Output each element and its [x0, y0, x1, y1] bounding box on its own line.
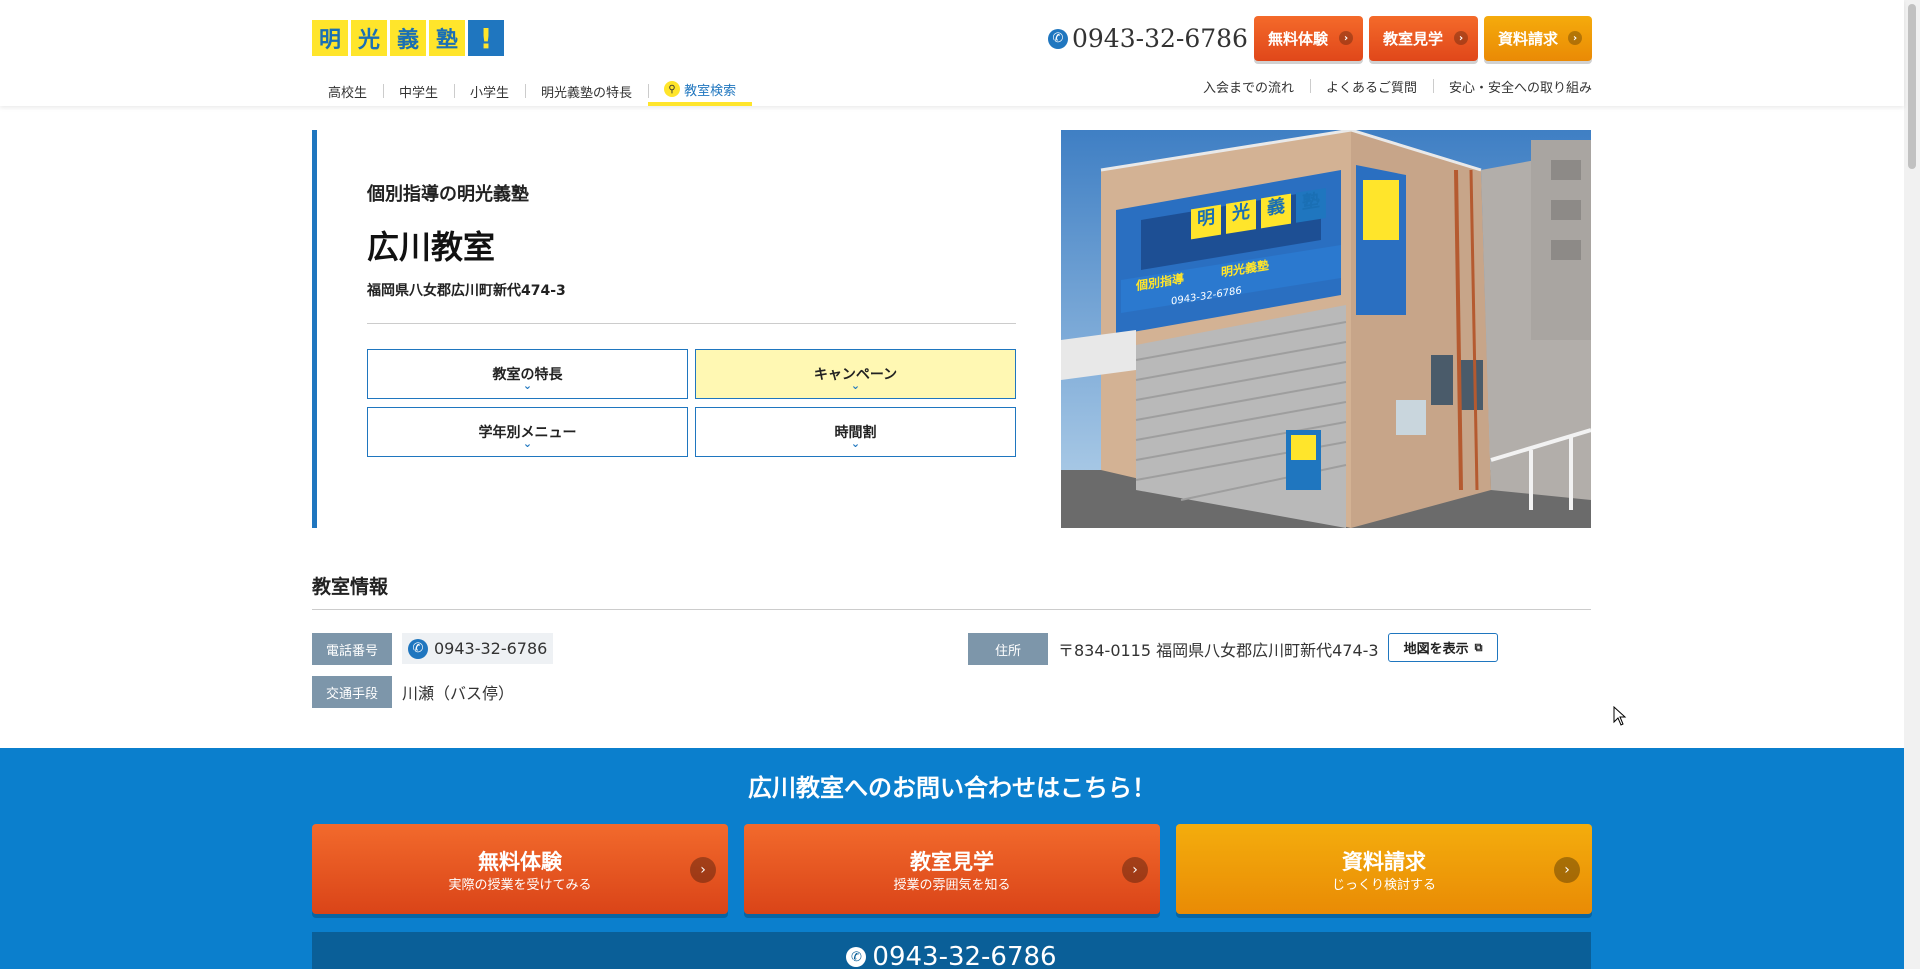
- phone-icon: ✆: [408, 638, 428, 659]
- chevron-right-icon: ›: [690, 857, 716, 883]
- phone-number-link[interactable]: ✆ 0943-32-6786: [402, 633, 554, 664]
- chevron-right-icon: ›: [1454, 31, 1468, 45]
- address-value: 〒834-0115 福岡県八女郡広川町新代474-3: [1058, 641, 1379, 660]
- cta-visit-button[interactable]: 教室見学 授業の雰囲気を知る ›: [744, 824, 1160, 914]
- sign-char: 明: [1197, 207, 1215, 231]
- header-visit-button[interactable]: 教室見学 ›: [1369, 16, 1478, 61]
- cta-button-label: 無料体験: [478, 850, 562, 874]
- hero-subtitle: 個別指導の明光義塾: [367, 184, 529, 205]
- campaign-button[interactable]: キャンペーン ⌄: [695, 349, 1016, 399]
- nav-item-high-school[interactable]: 高校生: [312, 76, 383, 106]
- external-link-icon: ⧉: [1474, 640, 1483, 654]
- sign-char: 塾: [1302, 189, 1320, 214]
- logo-char: !: [468, 20, 504, 56]
- sign-char: 光: [1231, 200, 1250, 225]
- map-button-label: 地図を表示: [1403, 642, 1469, 657]
- header-button-label: 教室見学: [1383, 30, 1444, 48]
- contact-cta-section: 広川教室へのお問い合わせはこちら！ 無料体験 実際の授業を受けてみる › 教室見…: [0, 748, 1904, 969]
- logo[interactable]: 明 光 義 塾 !: [312, 20, 504, 56]
- scrollbar-thumb[interactable]: [1908, 4, 1916, 169]
- cta-button-label: 教室見学: [910, 850, 994, 874]
- main-nav: 高校生 中学生 小学生 明光義塾の特長 ⚲ 教室検索: [312, 76, 753, 106]
- building-illustration: 明 光 義 塾 個別指導 明光義塾 0943-32-6786: [1061, 130, 1591, 528]
- nav-item-elementary[interactable]: 小学生: [454, 76, 525, 106]
- header-free-trial-button[interactable]: 無料体験 ›: [1254, 16, 1363, 61]
- hero-address: 福岡県八女郡広川町新代474-3: [367, 283, 566, 299]
- cta-brochure-button[interactable]: 資料請求 じっくり検討する ›: [1176, 824, 1592, 914]
- phone-icon: ✆: [846, 947, 867, 967]
- nav-item-faq[interactable]: よくあるご質問: [1309, 76, 1433, 96]
- phone-number: 0943-32-6786: [434, 639, 548, 658]
- phone-icon: ✆: [1048, 28, 1068, 49]
- divider: [312, 609, 1591, 610]
- chevron-down-icon: ⌄: [522, 379, 533, 392]
- sign-char: 義: [1267, 195, 1285, 220]
- transport-label: 交通手段: [312, 676, 392, 708]
- chevron-right-icon: ›: [1554, 857, 1580, 883]
- logo-char: 光: [351, 20, 387, 56]
- header-phone-number: 0943-32-6786: [1072, 24, 1248, 53]
- nav-item-junior-high[interactable]: 中学生: [383, 76, 454, 106]
- page: 明 光 義 塾 ! ✆ 0943-32-6786 無料体験 › 教室見学 › 資…: [0, 0, 1920, 969]
- site-header: 明 光 義 塾 ! ✆ 0943-32-6786 無料体験 › 教室見学 › 資…: [0, 0, 1904, 106]
- transport-value: 川瀬（バス停）: [402, 684, 515, 703]
- cta-phone-number: 0943-32-6786: [872, 942, 1057, 969]
- header-brochure-button[interactable]: 資料請求 ›: [1484, 16, 1592, 61]
- nav-item-enrollment-flow[interactable]: 入会までの流れ: [1187, 76, 1310, 96]
- scrollbar[interactable]: [1904, 0, 1920, 969]
- cta-button-sub: じっくり検討する: [1331, 878, 1436, 893]
- chevron-right-icon: ›: [1568, 31, 1582, 45]
- school-features-button[interactable]: 教室の特長 ⌄: [367, 349, 688, 399]
- sub-nav: 入会までの流れ よくあるご質問 安心・安全への取り組み: [1187, 76, 1592, 96]
- cta-free-trial-button[interactable]: 無料体験 実際の授業を受けてみる ›: [312, 824, 728, 914]
- nav-item-school-search[interactable]: ⚲ 教室検索: [648, 76, 753, 106]
- logo-char: 明: [312, 20, 348, 56]
- chevron-down-icon: ⌄: [850, 437, 861, 450]
- nav-item-label: 教室検索: [684, 83, 737, 99]
- school-hero-card: 個別指導の明光義塾 広川教室 福岡県八女郡広川町新代474-3 教室の特長 ⌄ …: [312, 130, 1022, 528]
- grade-menu-button[interactable]: 学年別メニュー ⌄: [367, 407, 688, 457]
- header-button-label: 無料体験: [1268, 30, 1329, 48]
- chevron-down-icon: ⌄: [522, 437, 533, 450]
- cta-heading: 広川教室へのお問い合わせはこちら！: [748, 774, 1156, 802]
- cta-button-label: 資料請求: [1342, 850, 1426, 874]
- logo-char: 義: [390, 20, 426, 56]
- chevron-right-icon: ›: [1339, 31, 1353, 45]
- cta-phone-bar[interactable]: ✆ 0943-32-6786: [312, 932, 1591, 969]
- header-button-label: 資料請求: [1498, 30, 1559, 48]
- divider: [367, 323, 1016, 324]
- school-info-heading: 教室情報: [312, 576, 389, 598]
- show-map-button[interactable]: 地図を表示 ⧉: [1388, 633, 1498, 662]
- nav-item-safety[interactable]: 安心・安全への取り組み: [1432, 76, 1592, 96]
- phone-label: 電話番号: [312, 633, 392, 665]
- school-building-photo: 明 光 義 塾 個別指導 明光義塾 0943-32-6786: [1061, 130, 1591, 528]
- chevron-right-icon: ›: [1122, 857, 1148, 883]
- cta-button-sub: 授業の雰囲気を知る: [893, 878, 1011, 893]
- header-phone[interactable]: ✆ 0943-32-6786: [1048, 24, 1248, 53]
- page-title: 広川教室: [367, 228, 496, 266]
- logo-char: 塾: [429, 20, 465, 56]
- timetable-button[interactable]: 時間割 ⌄: [695, 407, 1016, 457]
- address-label: 住所: [968, 633, 1048, 665]
- mouse-cursor-icon: [1613, 706, 1627, 726]
- cta-button-sub: 実際の授業を受けてみる: [448, 878, 592, 893]
- chevron-down-icon: ⌄: [850, 379, 861, 392]
- nav-item-features[interactable]: 明光義塾の特長: [525, 76, 648, 106]
- search-icon: ⚲: [664, 81, 681, 97]
